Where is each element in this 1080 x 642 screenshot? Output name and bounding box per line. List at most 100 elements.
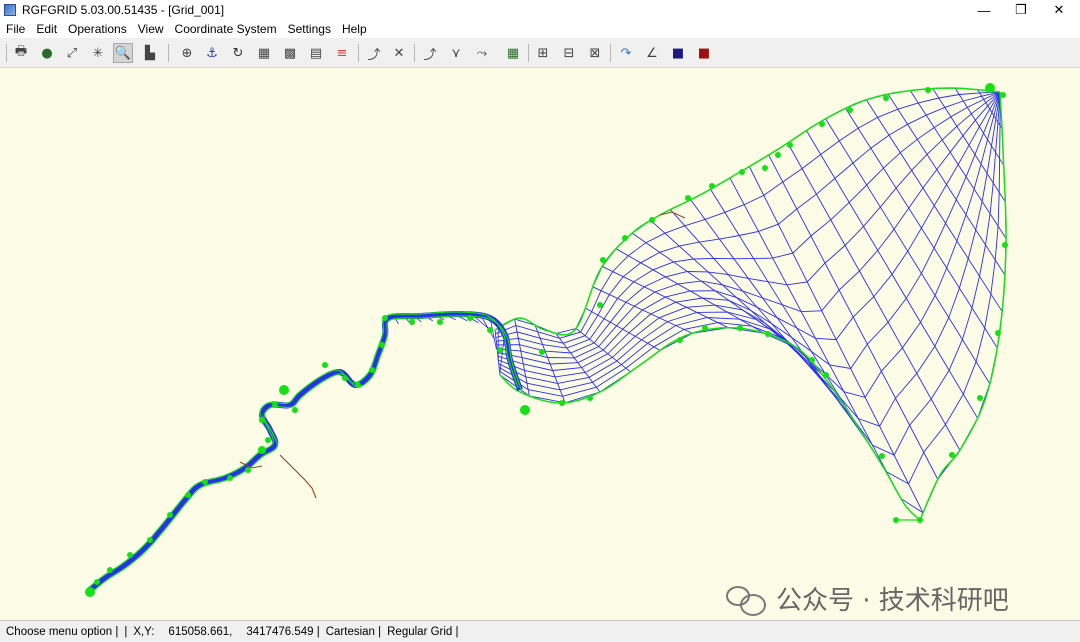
land-boundary-icon: ■ [671, 45, 685, 61]
spline-point [539, 349, 545, 355]
status-xy-label: X,Y: [133, 625, 155, 638]
grid-derefine-button[interactable]: ⊟ [559, 43, 579, 63]
spline [87, 311, 519, 589]
spline-point [737, 325, 743, 331]
print-button[interactable]: 🖶 [11, 43, 31, 63]
spline-merge-button[interactable]: ⋎ [446, 43, 466, 63]
spline-point [787, 142, 793, 148]
spline-point [977, 395, 983, 401]
grid-line [495, 91, 1001, 344]
spline-point [622, 235, 628, 241]
window-title: RGFGRID 5.03.00.51435 - [Grid_001] [22, 3, 225, 17]
status-bar: Choose menu option | | X,Y: 615058.661, … [0, 620, 1080, 642]
grid-refine-icon: ⊞ [537, 45, 549, 61]
grid-pattern-icon: ▩ [283, 45, 297, 61]
close-button[interactable]: ✕ [1036, 0, 1080, 20]
watermark: 公众号 · 技术科研吧 [726, 580, 1009, 617]
anchor-icon: ⚓ [206, 45, 218, 61]
grid-point-icon: ⊠ [589, 45, 601, 61]
spline-point [487, 327, 493, 333]
spline-point [677, 337, 683, 343]
menu-settings[interactable]: Settings [282, 20, 336, 38]
spline-point [1002, 242, 1008, 248]
spline-point [127, 552, 133, 558]
properties-button[interactable]: ▤ [306, 43, 326, 63]
spline-point [995, 330, 1001, 336]
zoom-to-center-button[interactable]: ✳ [88, 43, 108, 63]
refresh-icon: ↻ [232, 45, 244, 61]
spline-point [685, 195, 691, 201]
status-x-value: 615058.661, [168, 625, 233, 638]
measure-angle-icon: ∠ [646, 45, 658, 61]
grid-point-button[interactable]: ⊠ [585, 43, 605, 63]
spline-point [467, 315, 473, 321]
status-coordinate-system: Cartesian | [325, 625, 382, 638]
grid-line [497, 91, 1001, 365]
grid-legend-button[interactable]: ▙ [140, 43, 160, 63]
spline-insert-button[interactable]: ⤴ [420, 43, 440, 63]
toolbar-separator [610, 44, 611, 62]
spline-point [587, 395, 593, 401]
spline-point [847, 107, 853, 113]
menu-operations[interactable]: Operations [62, 20, 132, 38]
samples-button[interactable]: ■ [694, 43, 714, 63]
spline-delete-button[interactable]: ✕ [389, 43, 409, 63]
spline-new-button[interactable]: ⤴ [364, 43, 384, 63]
zoom-extent-icon: ⤢ [66, 45, 78, 61]
spline-point [369, 367, 375, 373]
land-boundary-button[interactable]: ■ [668, 43, 688, 63]
zoom-to-center-icon: ✳ [92, 45, 104, 61]
spline-point [265, 437, 271, 443]
grid-derefine-icon: ⊟ [563, 45, 575, 61]
toolbar-separator [6, 44, 7, 62]
spline-merge-icon: ⋎ [451, 45, 461, 61]
river-grid [88, 311, 523, 593]
colour-scale-button[interactable]: ≡ [332, 43, 352, 63]
colour-scale-icon: ≡ [336, 45, 348, 61]
spline-insert-icon: ⤴ [423, 47, 437, 63]
samples-icon: ■ [697, 45, 711, 61]
spline-point [819, 121, 825, 127]
spline-point [702, 325, 708, 331]
spline-point [409, 319, 415, 325]
zoom-box-button[interactable]: 🔍 [113, 43, 133, 63]
zoom-extent-button[interactable]: ⤢ [62, 43, 82, 63]
spline-point [879, 453, 885, 459]
spline-point [147, 537, 153, 543]
map-canvas[interactable]: 公众号 · 技术科研吧 [0, 68, 1080, 620]
spline-point [775, 152, 781, 158]
spline-point [382, 315, 388, 321]
add-point-button[interactable]: ⊕ [177, 43, 197, 63]
wechat-logo-icon [726, 584, 766, 616]
grid-line [498, 91, 1001, 427]
grid-refine-button[interactable]: ⊞ [533, 43, 553, 63]
menu-view[interactable]: View [132, 20, 169, 38]
grid-select-button[interactable]: ▦ [254, 43, 274, 63]
menu-coordinate-system[interactable]: Coordinate System [169, 20, 282, 38]
anchor-button[interactable]: ⚓ [202, 43, 222, 63]
spline-move-button[interactable]: ⤳ [472, 43, 492, 63]
spline-point [520, 405, 530, 415]
grid-pattern-button[interactable]: ▩ [280, 43, 300, 63]
status-grid-type: Regular Grid | [387, 625, 459, 638]
grid-from-splines-button[interactable]: ▦ [503, 43, 523, 63]
globe-button[interactable]: ● [37, 43, 57, 63]
spline-point [258, 446, 266, 454]
spline-delete-icon: ✕ [393, 45, 405, 61]
menu-edit[interactable]: Edit [30, 20, 62, 38]
refresh-button[interactable]: ↻ [228, 43, 248, 63]
print-icon: 🖶 [14, 44, 28, 59]
orthogonalise-icon: ↷ [620, 45, 632, 61]
zoom-box-icon: 🔍 [114, 45, 132, 61]
status-hint: Choose menu option | [6, 625, 119, 638]
measure-angle-button[interactable]: ∠ [642, 43, 662, 63]
menu-help[interactable]: Help [336, 20, 372, 38]
spline-point [355, 382, 361, 388]
spline-point [893, 517, 899, 523]
spline-point [649, 217, 655, 223]
spline-point [107, 567, 113, 573]
menu-file[interactable]: File [0, 20, 30, 38]
spline-point [765, 331, 771, 337]
spline-point [739, 169, 745, 175]
orthogonalise-button[interactable]: ↷ [616, 43, 636, 63]
